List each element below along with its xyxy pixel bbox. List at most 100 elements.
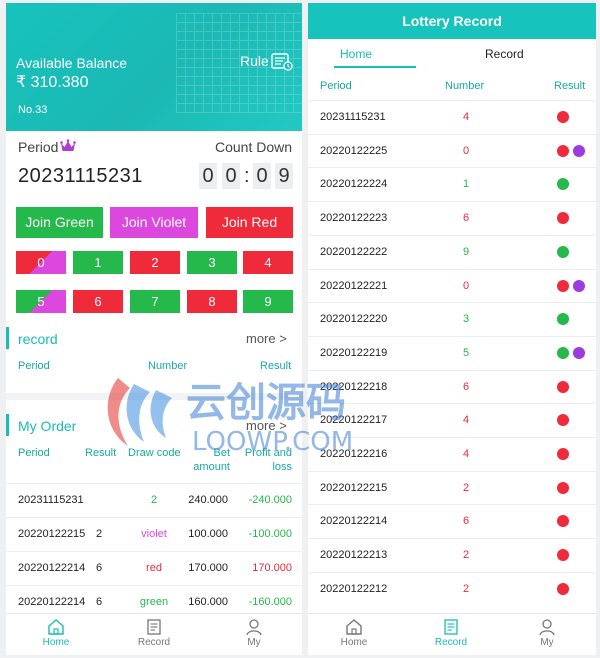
result-dot-violet xyxy=(573,346,585,359)
order-cell-pl: -240.000 xyxy=(248,494,292,506)
tab-my-label: My xyxy=(540,637,554,648)
result-dot-violet xyxy=(573,144,585,157)
row-number: 4 xyxy=(462,111,470,123)
record-header-period: Period xyxy=(18,360,50,372)
row-number: 0 xyxy=(462,279,470,292)
lottery-row: 20220122225 0 xyxy=(308,133,596,168)
balance-header: Available Balance ₹ 310.380 No.33 Rule xyxy=(6,3,302,131)
crown-icon xyxy=(60,139,76,151)
user-icon xyxy=(246,619,262,636)
row-number: 6 xyxy=(462,212,470,225)
balance-value: ₹ 310.380 xyxy=(16,74,89,91)
order-cell-bet: 100.000 xyxy=(188,528,228,540)
row-number: 6 xyxy=(462,380,470,393)
header-period: Period xyxy=(320,80,352,92)
order-cell-pl: 170.000 xyxy=(252,562,292,574)
row-period: 20220122224 xyxy=(320,178,388,191)
number-button-3[interactable]: 3 xyxy=(187,251,237,274)
order-cell-result: 6 xyxy=(96,596,103,608)
order-more-link[interactable]: more > xyxy=(246,418,287,433)
order-cell-bet: 170.000 xyxy=(188,562,228,574)
tab-betting-record[interactable]: Record xyxy=(485,47,524,61)
number-button-7[interactable]: 7 xyxy=(130,290,180,313)
tab-my[interactable]: My xyxy=(517,618,577,648)
record-more-link[interactable]: more > xyxy=(246,331,287,346)
tab-record-label: Record xyxy=(137,637,171,648)
home-icon xyxy=(346,619,362,635)
countdown-digit: 0 xyxy=(222,163,240,189)
period-label: Period xyxy=(18,139,59,155)
row-period: 20220122217 xyxy=(320,414,388,427)
tab-my[interactable]: My xyxy=(224,618,284,648)
row-period: 20220122223 xyxy=(320,212,388,225)
number-button-1[interactable]: 1 xyxy=(73,251,123,274)
order-title: My Order xyxy=(18,418,77,434)
result-dot-red xyxy=(557,111,569,123)
tab-home[interactable]: Home xyxy=(26,618,86,648)
row-period: 20220122220 xyxy=(320,313,388,326)
tab-my-label: My xyxy=(247,637,261,648)
row-period: 20220122219 xyxy=(320,346,388,359)
result-dot-red xyxy=(557,380,569,393)
tab-record[interactable]: Record xyxy=(421,618,481,648)
row-period: 20220122215 xyxy=(320,481,388,494)
lottery-row: 20220122222 9 xyxy=(308,234,596,269)
join-green-button[interactable]: Join Green xyxy=(16,207,103,238)
active-tab-indicator xyxy=(334,66,416,68)
balance-label: Available Balance xyxy=(16,55,128,71)
bottom-tab-bar: Home Record My xyxy=(6,613,302,655)
row-number: 9 xyxy=(462,245,470,258)
result-dot-green xyxy=(557,178,569,191)
countdown-digit: 0 xyxy=(253,163,271,189)
order-header-result: Result xyxy=(85,447,117,459)
row-number: 1 xyxy=(462,178,470,191)
countdown-digit: 0 xyxy=(199,163,217,189)
home-icon xyxy=(48,619,64,635)
lottery-row: 20220122217 4 xyxy=(308,403,596,437)
join-red-button[interactable]: Join Red xyxy=(206,207,293,238)
page-title: Lottery Record xyxy=(308,3,596,39)
row-number: 4 xyxy=(462,448,470,460)
account-number: No.33 xyxy=(18,104,48,116)
rule-icon[interactable] xyxy=(271,53,293,71)
number-button-5[interactable]: 5 xyxy=(16,290,66,313)
number-button-6[interactable]: 6 xyxy=(73,290,123,313)
row-period: 20220122222 xyxy=(320,245,388,258)
number-button-2[interactable]: 2 xyxy=(130,251,180,274)
order-row: 20220122214 6 red 170.000 170.000 xyxy=(6,551,302,585)
result-dot-red xyxy=(557,414,569,427)
user-icon xyxy=(539,619,555,636)
rule-link[interactable]: Rule xyxy=(240,53,269,69)
lottery-record-panel: Lottery Record Home Record Period Number… xyxy=(308,3,596,655)
number-button-9[interactable]: 9 xyxy=(243,290,293,313)
row-period: 20220122212 xyxy=(320,582,388,595)
tab-home-label: Home xyxy=(42,637,70,648)
result-dot-red xyxy=(557,582,569,595)
result-dot-red xyxy=(557,279,569,292)
order-cell-period: 20231115231 xyxy=(18,494,84,506)
tab-lottery-record[interactable]: Home xyxy=(340,47,372,61)
order-row: 20220122215 2 violet 100.000 -100.000 xyxy=(6,517,302,551)
lottery-row: 20220122218 6 xyxy=(308,369,596,404)
number-button-0[interactable]: 0 xyxy=(16,251,66,274)
order-header-period: Period xyxy=(18,447,50,459)
record-icon xyxy=(147,619,161,635)
lottery-row: 20220122213 2 xyxy=(308,538,596,572)
result-dot-red xyxy=(557,515,569,528)
result-dot-green xyxy=(557,313,569,326)
lottery-row: 20220122224 1 xyxy=(308,167,596,201)
order-header-profit-loss: Profit and loss xyxy=(244,447,292,473)
order-cell-draw: violet xyxy=(141,528,167,540)
row-number: 5 xyxy=(462,346,470,359)
number-button-8[interactable]: 8 xyxy=(187,290,237,313)
order-section-marker xyxy=(6,414,9,436)
row-period: 20220122218 xyxy=(320,380,388,393)
tab-home[interactable]: Home xyxy=(324,618,384,648)
lottery-row: 20220122223 6 xyxy=(308,201,596,235)
header-number: Number xyxy=(445,80,485,92)
number-button-4[interactable]: 4 xyxy=(243,251,293,274)
join-violet-button[interactable]: Join Violet xyxy=(110,207,198,238)
tab-record[interactable]: Record xyxy=(124,618,184,648)
order-header-bet-amount: Bet amount xyxy=(193,447,230,473)
row-period: 20220122225 xyxy=(320,144,388,157)
